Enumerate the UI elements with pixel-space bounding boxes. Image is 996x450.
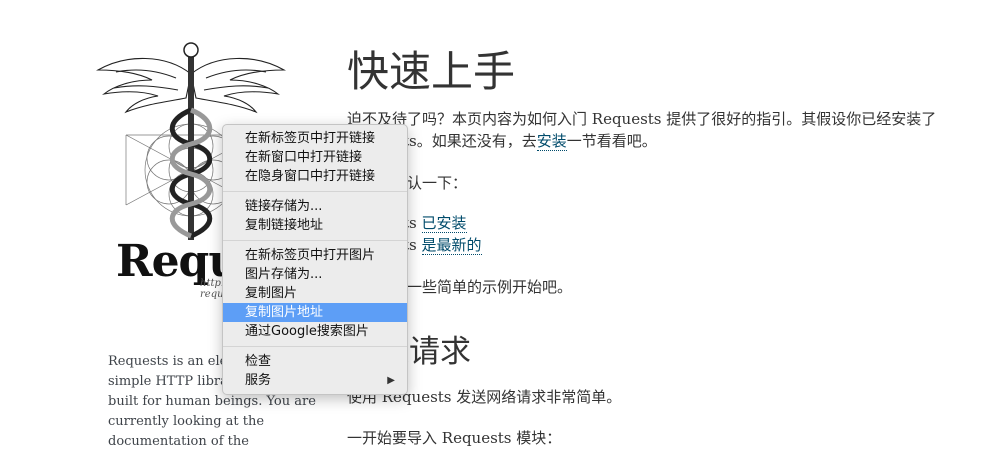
menu-copy-link-address[interactable]: 复制链接地址 <box>223 216 407 235</box>
menu-separator <box>223 240 407 241</box>
menu-open-link-new-window[interactable]: 在新窗口中打开链接 <box>223 148 407 167</box>
installed-link[interactable]: 已安装 <box>421 214 467 233</box>
intro-line-2: Requests。如果还没有，去安装一节看看吧。 <box>347 130 936 152</box>
menu-open-link-new-tab[interactable]: 在新标签页中打开链接 <box>223 129 407 148</box>
latest-link[interactable]: 是最新的 <box>421 236 482 255</box>
page-title: 快速上手 <box>347 47 516 96</box>
menu-separator <box>223 191 407 192</box>
sidebar-blurb-line: documentation of the <box>108 434 249 449</box>
sidebar-blurb-line: currently looking at the <box>108 414 265 429</box>
menu-search-image-google[interactable]: 通过Google搜索图片 <box>223 322 407 341</box>
intro-paragraph: 迫不及待了吗？本页内容为如何入门 Requests 提供了很好的指引。其假设你已… <box>347 108 936 152</box>
menu-save-link-as[interactable]: 链接存储为... <box>223 197 407 216</box>
menu-separator <box>223 346 407 347</box>
menu-open-link-incognito[interactable]: 在隐身窗口中打开链接 <box>223 167 407 186</box>
install-link[interactable]: 安装 <box>536 132 567 151</box>
intro-line-1: 迫不及待了吗？本页内容为如何入门 Requests 提供了很好的指引。其假设你已… <box>347 110 937 128</box>
menu-inspect[interactable]: 检查 <box>223 352 407 371</box>
menu-open-image-new-tab[interactable]: 在新标签页中打开图片 <box>223 246 407 265</box>
menu-copy-image[interactable]: 复制图片 <box>223 284 407 303</box>
sidebar-blurb-line: built for human beings. You are <box>108 394 316 409</box>
submenu-arrow-icon: ▶ <box>387 375 395 386</box>
intro-line-2-suffix: 一节看看吧。 <box>566 132 657 150</box>
context-menu: 在新标签页中打开链接 在新窗口中打开链接 在隐身窗口中打开链接 链接存储为...… <box>222 124 408 395</box>
menu-services[interactable]: 服务 ▶ <box>223 371 407 390</box>
menu-services-label: 服务 <box>245 373 272 388</box>
import-text: 一开始要导入 Requests 模块： <box>347 429 562 447</box>
menu-copy-image-address[interactable]: 复制图片地址 <box>223 303 407 322</box>
menu-save-image-as[interactable]: 图片存储为... <box>223 265 407 284</box>
